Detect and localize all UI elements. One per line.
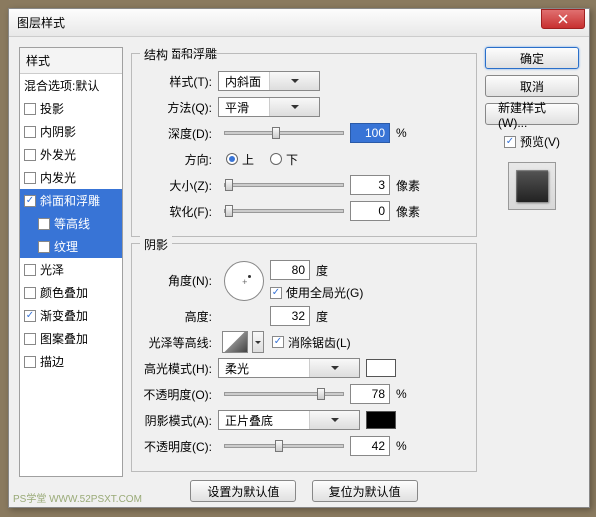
style-stroke[interactable]: 描边: [20, 350, 122, 373]
close-button[interactable]: [541, 9, 585, 29]
highlight-mode-combo[interactable]: 柔光: [218, 358, 360, 378]
chevron-down-icon: [269, 72, 319, 90]
checkbox[interactable]: [24, 103, 36, 115]
chevron-down-icon: [309, 359, 359, 377]
blend-options-item[interactable]: 混合选项:默认: [20, 74, 122, 97]
preview-thumbnail: [508, 162, 556, 210]
altitude-input[interactable]: 32: [270, 306, 310, 326]
style-combo[interactable]: 内斜面: [218, 71, 320, 91]
checkbox[interactable]: [24, 149, 36, 161]
soften-slider[interactable]: [224, 209, 344, 213]
depth-input[interactable]: 100: [350, 123, 390, 143]
gloss-contour-picker[interactable]: [222, 331, 248, 353]
action-column: 确定 取消 新建样式(W)... 预览(V): [485, 47, 579, 477]
soften-input[interactable]: 0: [350, 201, 390, 221]
highlight-opacity-slider[interactable]: [224, 392, 344, 396]
depth-slider[interactable]: [224, 131, 344, 135]
shading-group: 阴影 角度(N): 80 度 使用全局光(G) 高度: [131, 243, 477, 472]
checkbox[interactable]: [504, 136, 516, 148]
style-outer-glow[interactable]: 外发光: [20, 143, 122, 166]
style-drop-shadow[interactable]: 投影: [20, 97, 122, 120]
direction-label: 方向:: [142, 151, 218, 168]
ok-button[interactable]: 确定: [485, 47, 579, 69]
cancel-button[interactable]: 取消: [485, 75, 579, 97]
checkbox[interactable]: [24, 126, 36, 138]
structure-group: 结构 样式(T): 内斜面 方法(Q): 平滑 深度(D): 100 % 方向:: [131, 53, 477, 237]
styles-header: 样式: [20, 48, 122, 74]
angle-label: 角度(N):: [142, 272, 218, 289]
checkbox[interactable]: [38, 218, 50, 230]
new-style-button[interactable]: 新建样式(W)...: [485, 103, 579, 125]
highlight-color-swatch[interactable]: [366, 359, 396, 377]
technique-label: 方法(Q):: [142, 99, 218, 116]
style-pattern-overlay[interactable]: 图案叠加: [20, 327, 122, 350]
close-icon: [558, 14, 568, 24]
shadow-mode-combo[interactable]: 正片叠底: [218, 410, 360, 430]
chevron-down-icon: [269, 98, 319, 116]
checkbox[interactable]: [270, 287, 282, 299]
style-inner-glow[interactable]: 内发光: [20, 166, 122, 189]
structure-legend: 结构: [140, 46, 172, 63]
highlight-opacity-input[interactable]: 78: [350, 384, 390, 404]
technique-combo[interactable]: 平滑: [218, 97, 320, 117]
gloss-contour-label: 光泽等高线:: [142, 334, 218, 351]
contour-dropdown[interactable]: [252, 331, 264, 353]
highlight-opacity-label: 不透明度(O):: [142, 386, 218, 403]
style-contour[interactable]: 等高线: [20, 212, 122, 235]
highlight-mode-label: 高光模式(H):: [142, 360, 218, 377]
style-color-overlay[interactable]: 颜色叠加: [20, 281, 122, 304]
checkbox[interactable]: [24, 310, 36, 322]
shadow-color-swatch[interactable]: [366, 411, 396, 429]
checkbox[interactable]: [24, 172, 36, 184]
checkbox[interactable]: [38, 241, 50, 253]
styles-sidebar: 样式 混合选项:默认 投影 内阴影 外发光 内发光 斜面和浮雕 等高线 纹理 光…: [19, 47, 123, 477]
settings-panel: 斜面和浮雕 结构 样式(T): 内斜面 方法(Q): 平滑 深度(D): 100…: [131, 47, 477, 477]
checkbox[interactable]: [24, 195, 36, 207]
direction-up-radio[interactable]: 上: [226, 151, 254, 168]
style-label: 样式(T):: [142, 73, 218, 90]
size-slider[interactable]: [224, 183, 344, 187]
antialias-check[interactable]: [272, 336, 284, 348]
checkbox[interactable]: [24, 264, 36, 276]
dialog-title: 图层样式: [13, 14, 541, 31]
depth-label: 深度(D):: [142, 125, 218, 142]
make-default-button[interactable]: 设置为默认值: [190, 480, 296, 502]
reset-default-button[interactable]: 复位为默认值: [312, 480, 418, 502]
size-label: 大小(Z):: [142, 177, 218, 194]
size-input[interactable]: 3: [350, 175, 390, 195]
altitude-label: 高度:: [142, 308, 218, 325]
style-gradient-overlay[interactable]: 渐变叠加: [20, 304, 122, 327]
checkbox[interactable]: [24, 356, 36, 368]
checkbox[interactable]: [24, 333, 36, 345]
style-inner-shadow[interactable]: 内阴影: [20, 120, 122, 143]
watermark: PS学堂 WWW.52PSXT.COM: [11, 490, 144, 505]
soften-label: 软化(F):: [142, 203, 218, 220]
preview-check[interactable]: 预览(V): [485, 133, 579, 150]
angle-dial[interactable]: [224, 261, 264, 301]
shadow-mode-label: 阴影模式(A):: [142, 412, 218, 429]
chevron-down-icon: [309, 411, 359, 429]
titlebar: 图层样式: [9, 9, 589, 37]
direction-down-radio[interactable]: 下: [270, 151, 298, 168]
shadow-opacity-label: 不透明度(C):: [142, 438, 218, 455]
layer-style-dialog: 图层样式 样式 混合选项:默认 投影 内阴影 外发光 内发光 斜面和浮雕 等高线…: [8, 8, 590, 508]
angle-input[interactable]: 80: [270, 260, 310, 280]
style-satin[interactable]: 光泽: [20, 258, 122, 281]
checkbox[interactable]: [24, 287, 36, 299]
style-bevel-emboss[interactable]: 斜面和浮雕: [20, 189, 122, 212]
shadow-opacity-slider[interactable]: [224, 444, 344, 448]
shading-legend: 阴影: [140, 236, 172, 253]
shadow-opacity-input[interactable]: 42: [350, 436, 390, 456]
global-light-check[interactable]: 使用全局光(G): [270, 284, 363, 301]
style-texture[interactable]: 纹理: [20, 235, 122, 258]
